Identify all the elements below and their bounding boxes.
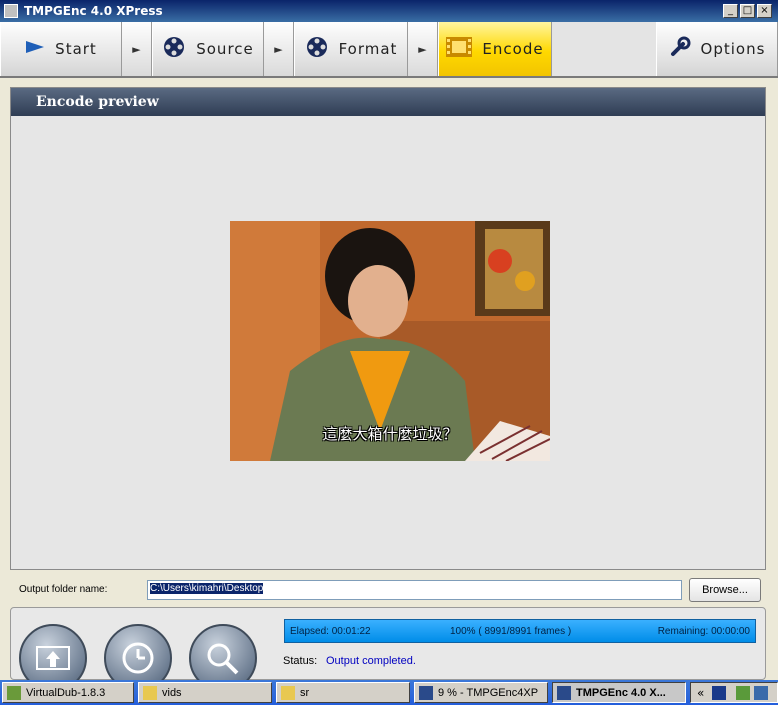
close-button[interactable]: ×	[757, 4, 772, 18]
taskbar-item-vids[interactable]: vids	[138, 682, 272, 703]
taskbar-item-sr[interactable]: sr	[276, 682, 410, 703]
progress-percent: 100% ( 8991/8991 frames )	[450, 626, 572, 637]
options-label: Options	[700, 40, 766, 58]
step-arrow-2: ►	[264, 22, 294, 76]
virtualdub-icon	[7, 685, 21, 700]
video-preview: 這麼大箱什麼垃圾？	[230, 221, 550, 461]
start-button[interactable]: Start	[0, 22, 122, 76]
film-icon	[557, 685, 571, 700]
tray-app-icon[interactable]	[712, 685, 727, 700]
options-button[interactable]: Options	[656, 22, 778, 76]
encode-button[interactable]: Encode	[438, 22, 552, 76]
wrench-icon	[669, 36, 691, 62]
taskbar: VirtualDub-1.8.3 vids sr 9 % - TMPGEnc4X…	[0, 680, 778, 705]
folder-icon	[281, 685, 295, 700]
elapsed-time: Elapsed: 00:01:22	[290, 626, 371, 637]
format-button[interactable]: Format	[294, 22, 408, 76]
start-label: Start	[55, 40, 97, 58]
film-reel-icon	[162, 35, 186, 63]
system-tray: «	[690, 682, 778, 703]
taskbar-item-virtualdub[interactable]: VirtualDub-1.8.3	[2, 682, 134, 703]
taskbar-item-label: 9 % - TMPGEnc4XP	[438, 686, 539, 699]
taskbar-item-label: vids	[162, 686, 182, 699]
taskbar-item-label: sr	[300, 686, 310, 699]
browse-button[interactable]: Browse...	[689, 578, 761, 602]
play-icon	[25, 40, 45, 58]
encode-preview-panel: Encode preview 這麼大箱什麼垃圾？	[10, 87, 766, 570]
film-upload-icon	[36, 646, 70, 670]
taskbar-item-tmpgenc-progress[interactable]: 9 % - TMPGEnc4XP	[414, 682, 548, 703]
film-icon	[419, 685, 433, 700]
magnifier-icon	[207, 643, 239, 675]
status-label: Status:	[283, 655, 318, 667]
clock-icon	[122, 642, 154, 674]
remaining-time: Remaining: 00:00:00	[657, 626, 750, 637]
minimize-button[interactable]: _	[723, 4, 738, 18]
video-subtitle: 這麼大箱什麼垃圾？	[322, 425, 458, 443]
taskbar-item-tmpgenc[interactable]: TMPGEnc 4.0 X...	[552, 682, 686, 703]
output-folder-input[interactable]: C:\Users\kimahri\Desktop	[147, 580, 682, 600]
status-value: Output completed.	[326, 655, 416, 667]
film-strip-icon	[446, 37, 473, 61]
window-title: TMPGEnc 4.0 XPress	[24, 4, 163, 18]
step-arrow-1: ►	[122, 22, 152, 76]
section-header: Encode preview	[11, 88, 765, 116]
tray-expand-button[interactable]: «	[697, 686, 704, 700]
film-reel-icon	[305, 35, 329, 63]
maximize-button[interactable]: □	[740, 4, 755, 18]
tray-app-icon[interactable]	[754, 685, 769, 700]
source-label: Source	[196, 40, 254, 58]
step-arrow-3: ►	[408, 22, 438, 76]
taskbar-item-label: TMPGEnc 4.0 X...	[576, 686, 666, 699]
format-label: Format	[338, 40, 398, 58]
encode-progress-bar: Elapsed: 00:01:22 100% ( 8991/8991 frame…	[284, 619, 756, 643]
app-icon	[4, 4, 18, 18]
folder-icon	[143, 685, 157, 700]
output-folder-label: Output folder name:	[19, 584, 108, 595]
source-button[interactable]: Source	[152, 22, 264, 76]
main-toolbar: Start ► Source ► Format ► Encode Options	[0, 22, 778, 78]
tray-app-icon[interactable]	[736, 685, 751, 700]
encode-label: Encode	[482, 40, 544, 58]
title-bar: TMPGEnc 4.0 XPress _ □ ×	[0, 0, 778, 22]
taskbar-item-label: VirtualDub-1.8.3	[26, 686, 106, 699]
output-folder-path: C:\Users\kimahri\Desktop	[150, 583, 264, 594]
